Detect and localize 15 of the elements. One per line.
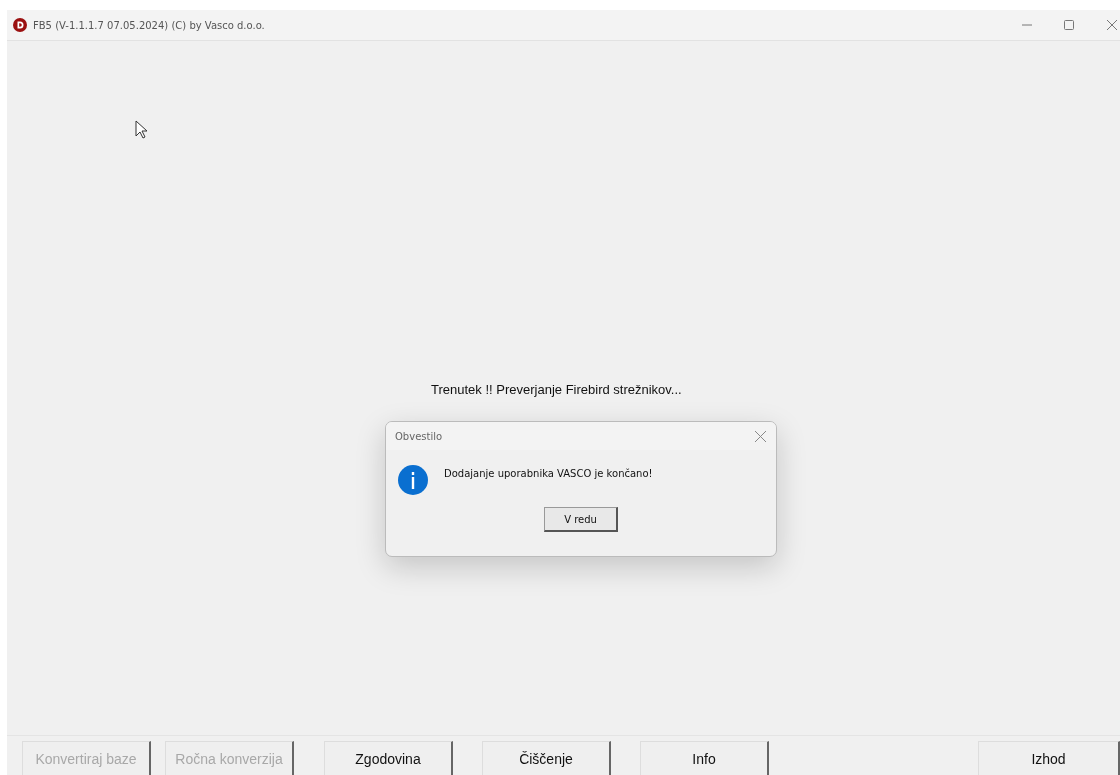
app-logo-icon [13, 18, 27, 32]
close-icon[interactable] [1107, 20, 1117, 30]
toolbar-button[interactable]: Info [640, 741, 769, 775]
status-message: Trenutek !! Preverjanje Firebird strežnikov... [431, 382, 682, 397]
toolbar-button[interactable]: Čiščenje [482, 741, 611, 775]
ok-button[interactable]: V redu [544, 507, 618, 532]
info-icon [398, 465, 428, 495]
dialog-title: Obvestilo [395, 430, 443, 442]
toolbar-button[interactable]: Zgodovina [324, 741, 453, 775]
toolbar-button[interactable]: Izhod [978, 741, 1120, 775]
window-title: FB5 (V-1.1.1.7 07.05.2024) (C) by Vasco d.o.o. [33, 19, 265, 31]
mouse-cursor-icon [135, 120, 148, 139]
maximize-icon[interactable] [1064, 20, 1074, 30]
close-icon[interactable] [755, 430, 766, 442]
dialog-message: Dodajanje uporabnika VASCO je končano! [444, 467, 653, 479]
